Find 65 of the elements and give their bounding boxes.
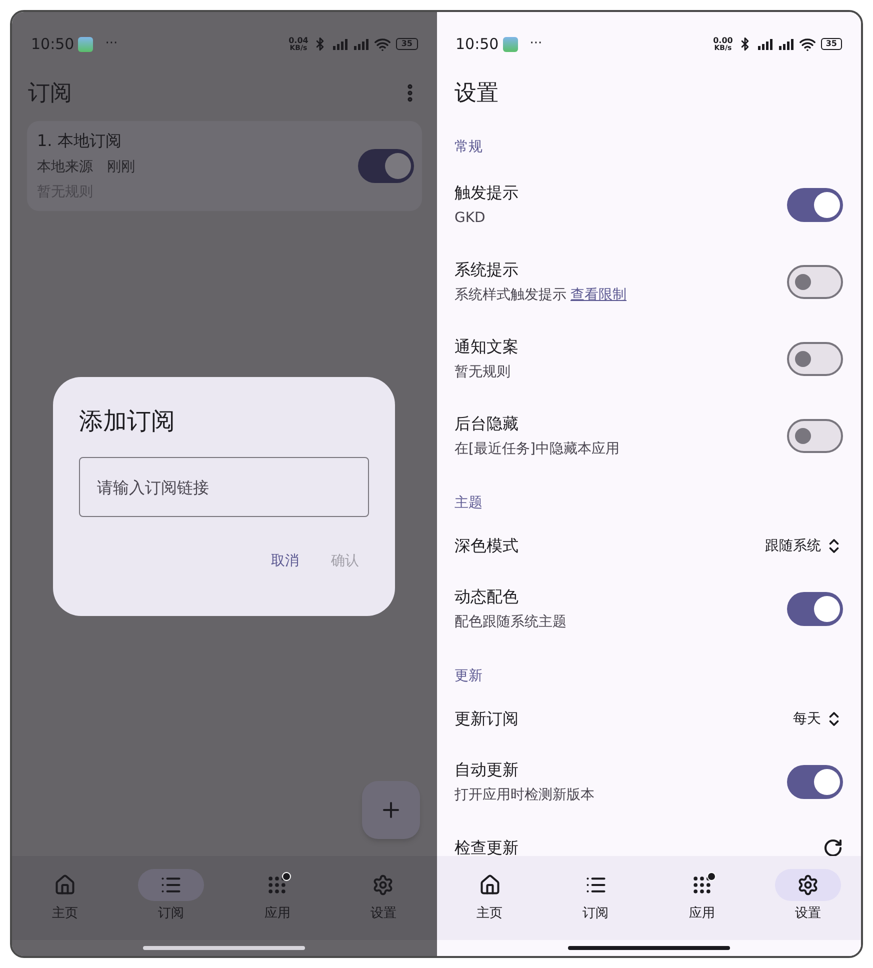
- dialog-title: 添加订阅: [79, 406, 176, 437]
- setting-title: 通知文案: [454, 336, 518, 358]
- status-time: 10:50: [31, 34, 74, 55]
- setting-description: 配色跟随系统主题: [454, 612, 566, 632]
- nav-icon: [372, 874, 394, 896]
- setting-title: 动态配色: [454, 586, 520, 608]
- gesture-handle[interactable]: [143, 946, 306, 950]
- toggle-switch[interactable]: [358, 149, 414, 183]
- toggle-switch[interactable]: [787, 592, 843, 626]
- overflow-indicator: ···: [530, 35, 542, 54]
- setting-description: 系统样式触发提示: [454, 286, 566, 304]
- nav-tab[interactable]: 主页: [436, 856, 543, 940]
- select-dropdown[interactable]: 跟随系统: [765, 536, 843, 556]
- setting-description: 打开应用时检测新版本: [454, 786, 594, 804]
- nav-icon: [266, 874, 288, 896]
- setting-title: 深色模式: [454, 535, 518, 557]
- subscription-source: 本地来源: [37, 158, 93, 177]
- setting-title: 自动更新: [454, 758, 520, 780]
- nav-icon: [690, 874, 713, 896]
- refresh-icon[interactable]: [823, 838, 843, 856]
- page-title: 设置: [454, 80, 498, 108]
- app-icon: [78, 36, 94, 52]
- toggle-switch[interactable]: [787, 418, 843, 452]
- nav-icon: [478, 874, 501, 896]
- setting-title: 后台隐藏: [454, 412, 520, 434]
- toggle-switch[interactable]: [787, 264, 843, 298]
- setting-title: 系统提示: [454, 258, 520, 280]
- setting-link[interactable]: 查看限制: [570, 284, 626, 306]
- signal-icon: [756, 38, 773, 50]
- nav-tab[interactable]: 设置: [754, 856, 861, 940]
- nav-icon: [54, 874, 76, 896]
- setting-description: 在[最近任务]中隐藏本应用: [454, 440, 620, 458]
- wifi-icon: [374, 36, 392, 52]
- signal-icon: [778, 38, 794, 50]
- toggle-switch[interactable]: [787, 764, 843, 798]
- signal-icon: [353, 38, 370, 50]
- toggle-switch[interactable]: [787, 188, 843, 222]
- setting-title: 检查更新: [454, 838, 518, 856]
- battery-indicator: 35: [396, 38, 418, 50]
- nav-icon: [796, 874, 819, 896]
- battery-indicator: 35: [820, 38, 842, 50]
- setting-description: 暂无规则: [454, 362, 510, 382]
- subscription-updated: 刚刚: [107, 158, 135, 177]
- status-time: 10:50: [456, 34, 499, 55]
- dialog-button[interactable]: 取消: [261, 545, 309, 578]
- setting-description: GKD: [454, 208, 486, 228]
- network-speed: 0.04: [288, 36, 308, 44]
- section-header: 主题: [454, 494, 482, 513]
- input-field[interactable]: 请输入订阅链接: [79, 457, 369, 517]
- toggle-switch[interactable]: [787, 342, 843, 376]
- section-header: 常规: [454, 138, 482, 157]
- section-header: 更新: [454, 667, 482, 686]
- signal-icon: [332, 38, 348, 50]
- network-speed: 0.00: [713, 36, 733, 44]
- nav-tab[interactable]: 应用: [648, 856, 755, 940]
- select-dropdown[interactable]: 每天: [793, 708, 843, 730]
- app-icon: [502, 36, 518, 52]
- page-title: 订阅: [28, 80, 72, 108]
- wifi-icon: [798, 36, 816, 52]
- overflow-indicator: ···: [105, 35, 118, 54]
- setting-title: 更新订阅: [454, 708, 518, 730]
- setting-title: 触发提示: [454, 182, 518, 204]
- gesture-handle[interactable]: [568, 946, 730, 950]
- nav-tab[interactable]: 订阅: [542, 856, 649, 940]
- subscription-name: 1. 本地订阅: [37, 130, 122, 152]
